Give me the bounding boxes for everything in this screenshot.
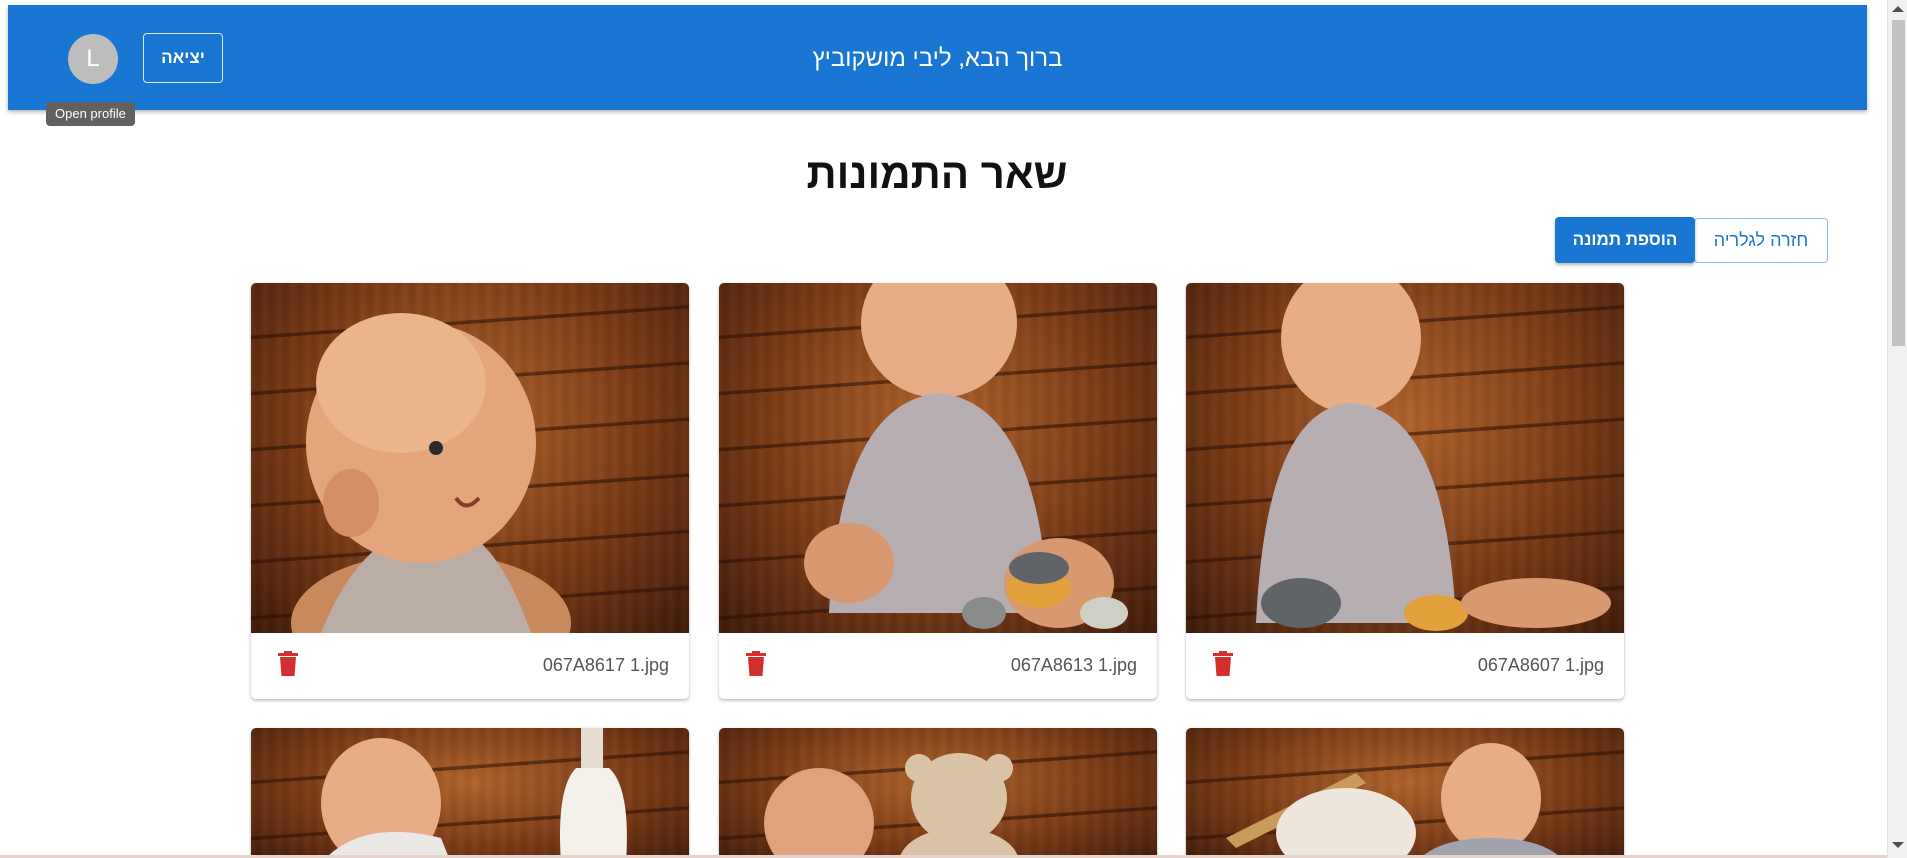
image-card: 067A8617 1.jpg [251,283,689,699]
profile-avatar[interactable]: L [68,34,118,84]
app-viewport: ברוך הבא, ליבי מושקוביץ L יציאה Open pro… [0,0,1907,858]
image-thumbnail[interactable] [251,283,689,633]
scrollbar-thumb[interactable] [1892,20,1905,346]
scroll-up-arrow-icon[interactable] [1892,6,1904,12]
trash-icon[interactable] [277,651,299,677]
image-card [251,728,689,858]
logout-button[interactable]: יציאה [143,33,223,83]
card-footer: 067A8607 1.jpg [1186,633,1624,699]
image-thumbnail[interactable] [1186,728,1624,858]
image-card: 067A8613 1.jpg [719,283,1157,699]
image-card [1186,728,1624,858]
welcome-title: ברוך הבא, ליבי מושקוביץ [812,45,1063,72]
vertical-scrollbar[interactable] [1887,0,1907,858]
add-image-button[interactable]: הוספת תמונה [1555,217,1695,263]
scroll-down-arrow-icon[interactable] [1892,842,1904,848]
card-footer: 067A8617 1.jpg [251,633,689,699]
app-bar: ברוך הבא, ליבי מושקוביץ L יציאה [8,5,1867,110]
image-filename: 067A8613 1.jpg [1010,655,1137,675]
image-thumbnail[interactable] [1186,283,1624,633]
trash-icon[interactable] [745,651,767,677]
image-card [719,728,1157,858]
page-title: שאר התמונות [806,150,1068,197]
back-to-gallery-button[interactable]: חזרה לגלריה [1694,218,1828,263]
avatar-tooltip: Open profile [46,102,135,126]
image-filename: 067A8617 1.jpg [542,655,669,675]
image-filename: 067A8607 1.jpg [1477,655,1604,675]
image-card: 067A8607 1.jpg [1186,283,1624,699]
image-thumbnail[interactable] [719,728,1157,858]
image-thumbnail[interactable] [719,283,1157,633]
trash-icon[interactable] [1212,651,1234,677]
image-thumbnail[interactable] [251,728,689,858]
card-footer: 067A8613 1.jpg [719,633,1157,699]
